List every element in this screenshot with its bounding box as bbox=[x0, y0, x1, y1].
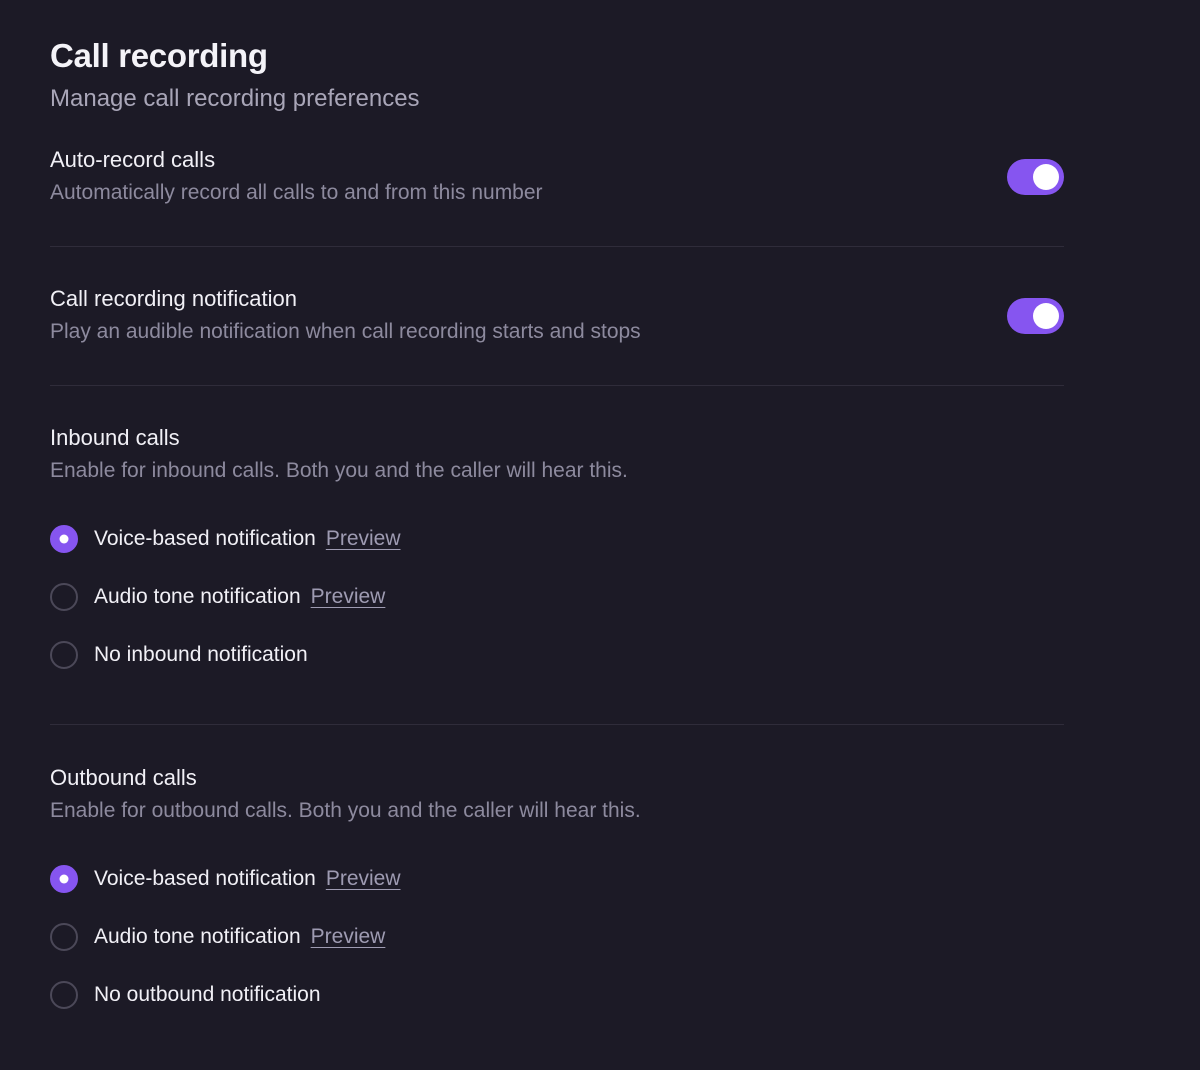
recording-notification-toggle[interactable] bbox=[1007, 297, 1064, 334]
outbound-radio-group: Voice-based notification Preview Audio t… bbox=[50, 864, 1064, 1010]
outbound-setting: Outbound calls Enable for outbound calls… bbox=[50, 763, 1064, 1010]
radio-unchecked-icon[interactable] bbox=[50, 641, 78, 669]
radio-unchecked-icon[interactable] bbox=[50, 981, 78, 1009]
outbound-title: Outbound calls bbox=[50, 765, 197, 790]
inbound-description: Enable for inbound calls. Both you and t… bbox=[50, 459, 628, 482]
radio-checked-icon[interactable] bbox=[50, 865, 78, 893]
page-title: Call recording bbox=[50, 37, 268, 74]
divider bbox=[50, 385, 1064, 386]
preview-link[interactable]: Preview bbox=[311, 922, 386, 952]
inbound-option-tone[interactable]: Audio tone notification Preview bbox=[50, 582, 1064, 612]
outbound-description: Enable for outbound calls. Both you and … bbox=[50, 799, 641, 822]
auto-record-title: Auto-record calls bbox=[50, 147, 216, 172]
radio-checked-icon[interactable] bbox=[50, 525, 78, 553]
recording-notification-description: Play an audible notification when call r… bbox=[50, 320, 641, 343]
divider bbox=[50, 724, 1064, 725]
radio-label: Audio tone notification bbox=[94, 585, 301, 608]
outbound-option-tone[interactable]: Audio tone notification Preview bbox=[50, 922, 1064, 952]
outbound-option-none[interactable]: No outbound notification bbox=[50, 980, 1064, 1010]
call-recording-section: Call recording Manage call recording pre… bbox=[50, 36, 1064, 1010]
radio-label: Voice-based notification bbox=[94, 867, 316, 890]
page-subtitle: Manage call recording preferences bbox=[50, 85, 420, 112]
auto-record-toggle[interactable] bbox=[1007, 158, 1064, 195]
radio-label: Voice-based notification bbox=[94, 527, 316, 550]
auto-record-setting: Auto-record calls Automatically record a… bbox=[50, 145, 1064, 208]
inbound-option-none[interactable]: No inbound notification bbox=[50, 640, 1064, 670]
inbound-setting: Inbound calls Enable for inbound calls. … bbox=[50, 423, 1064, 670]
preview-link[interactable]: Preview bbox=[326, 864, 401, 894]
inbound-option-voice[interactable]: Voice-based notification Preview bbox=[50, 524, 1064, 554]
radio-label: Audio tone notification bbox=[94, 925, 301, 948]
recording-notification-title: Call recording notification bbox=[50, 286, 298, 311]
radio-unchecked-icon[interactable] bbox=[50, 583, 78, 611]
divider bbox=[50, 246, 1064, 247]
preview-link[interactable]: Preview bbox=[311, 582, 386, 612]
outbound-option-voice[interactable]: Voice-based notification Preview bbox=[50, 864, 1064, 894]
radio-label: No inbound notification bbox=[94, 643, 308, 666]
inbound-radio-group: Voice-based notification Preview Audio t… bbox=[50, 524, 1064, 670]
auto-record-description: Automatically record all calls to and fr… bbox=[50, 181, 543, 204]
recording-notification-setting: Call recording notification Play an audi… bbox=[50, 284, 1064, 347]
radio-label: No outbound notification bbox=[94, 983, 321, 1006]
settings-page: Call recording Manage call recording pre… bbox=[0, 0, 1200, 1070]
preview-link[interactable]: Preview bbox=[326, 524, 401, 554]
inbound-title: Inbound calls bbox=[50, 425, 180, 450]
radio-unchecked-icon[interactable] bbox=[50, 923, 78, 951]
toggle-knob bbox=[1033, 163, 1059, 190]
toggle-knob bbox=[1033, 302, 1059, 329]
